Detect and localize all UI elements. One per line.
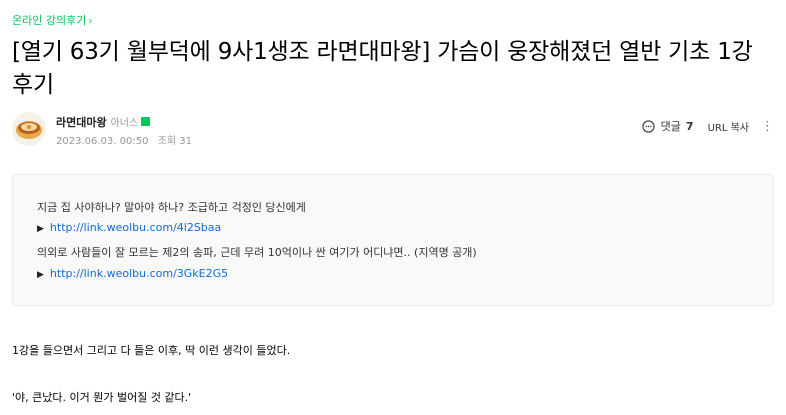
author-grade: 아너스: [110, 118, 139, 129]
views-label: 조회: [157, 136, 177, 147]
comment-button[interactable]: 댓글 7: [642, 118, 694, 134]
post-meta: 2023.06.03. 00:50 조회 31: [56, 132, 192, 147]
avatar[interactable]: [12, 112, 46, 146]
grade-badge-icon: [141, 117, 151, 126]
content-paragraph-2: '야, 큰났다. 이거 뭔가 벌어질 것 같다.': [12, 391, 192, 404]
author-name[interactable]: 라면대마왕: [56, 116, 107, 129]
comment-icon: [642, 119, 655, 133]
comment-count: 7: [685, 119, 694, 133]
post-title: [열기 63기 월부덕에 9사1생조 라면대마왕] 가슴이 웅장해졌던 열반 기…: [12, 39, 753, 98]
notice-link-row-1: ▶ http://link.weolbu.com/4l2Sbaa: [37, 221, 221, 234]
play-arrow-icon: ▶: [37, 270, 44, 280]
notice-line-1: 지금 집 사야하나? 말아야 하나? 조급하고 걱정인 당신에게: [37, 201, 306, 214]
chevron-right-icon: ›: [88, 16, 93, 27]
comment-label: 댓글: [660, 120, 681, 133]
notice-link-row-2: ▶ http://link.weolbu.com/3GkE2G5: [37, 267, 228, 280]
notice-box: 지금 집 사야하나? 말아야 하나? 조급하고 걱정인 당신에게 ▶ http:/…: [12, 174, 774, 306]
post-date: 2023.06.03. 00:50: [56, 136, 149, 147]
notice-link-2[interactable]: http://link.weolbu.com/3GkE2G5: [50, 267, 228, 280]
author-row: 라면대마왕 아너스 2023.06.03. 00:50 조회 31 댓글 7 URL…: [12, 112, 774, 148]
notice-line-2: 의외로 사람들이 잘 모르는 제2의 송파, 근데 무려 10억이나 싼 여기가…: [37, 246, 477, 259]
author-name-line: 라면대마왕 아너스: [56, 114, 151, 130]
play-arrow-icon: ▶: [37, 224, 44, 234]
views-count: 31: [179, 136, 192, 147]
ramen-bowl-icon: [16, 121, 42, 139]
breadcrumb[interactable]: 온라인 강의후기 ›: [12, 12, 92, 28]
post-actions: 댓글 7 URL 복사 ⋮: [642, 118, 774, 134]
more-options-icon[interactable]: ⋮: [761, 119, 774, 134]
content-paragraph-1: 1강을 들으면서 그리고 다 들은 이후, 딱 이런 생각이 들었다.: [12, 344, 291, 357]
notice-link-1[interactable]: http://link.weolbu.com/4l2Sbaa: [50, 221, 221, 234]
breadcrumb-label[interactable]: 온라인 강의후기: [12, 14, 86, 27]
url-copy-button[interactable]: URL 복사: [708, 119, 749, 134]
